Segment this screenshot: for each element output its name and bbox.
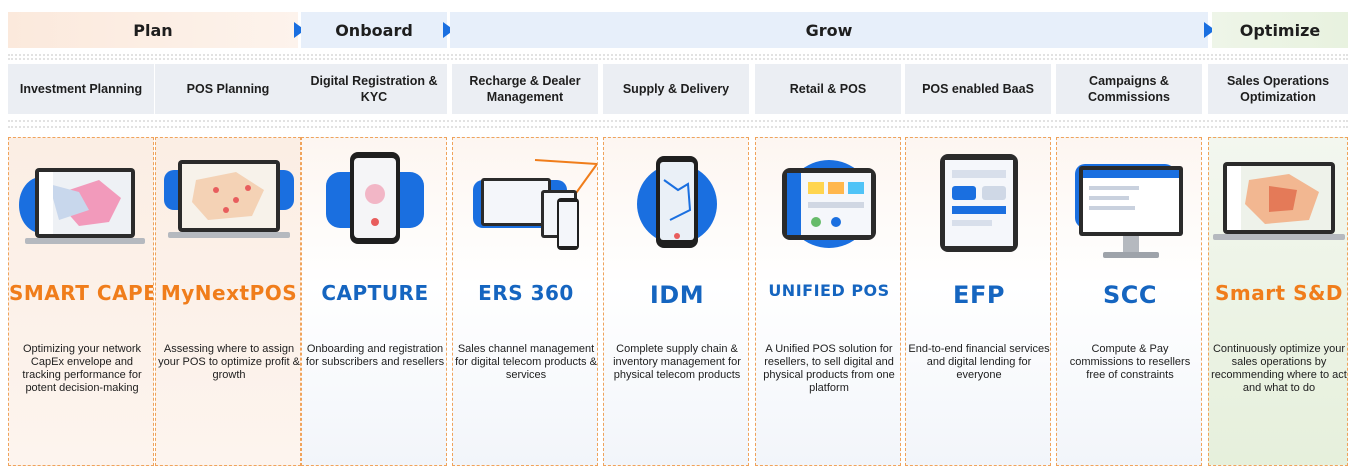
phone-map-icon	[637, 156, 717, 248]
monitor-commission-icon	[1075, 164, 1183, 258]
brand-scc: SCC	[1102, 281, 1157, 309]
divider	[8, 126, 1348, 128]
module-recharge-dealer: Recharge & Dealer Management	[452, 64, 598, 114]
brand-mynextpos: MyNextPOS	[160, 281, 298, 305]
divider	[8, 54, 1348, 56]
product-card-smart-capex[interactable]: SMART CAPEX Optimizing your network CapE…	[8, 137, 154, 466]
tablet-finance-icon	[940, 154, 1018, 252]
module-pos-baas: POS enabled BaaS	[905, 64, 1051, 114]
divider	[8, 58, 1348, 60]
module-campaigns-commissions: Campaigns & Commissions	[1056, 64, 1202, 114]
product-description: End-to-end financial services and digita…	[908, 343, 1050, 381]
brand-capture: CAPTURE	[321, 281, 429, 305]
product-description: Complete supply chain & inventory manage…	[613, 343, 741, 381]
phone-kyc-icon	[326, 152, 424, 244]
brand-ers-360: ERS 360	[478, 281, 574, 305]
product-description: Optimizing your network CapEx envelope a…	[22, 343, 142, 394]
phase-onboard: Onboard	[301, 12, 447, 48]
module-retail-pos: Retail & POS	[755, 64, 901, 114]
phase-row: Plan Onboard Grow Optimize	[0, 12, 1352, 48]
phase-optimize: Optimize	[1212, 12, 1348, 48]
laptop-map-icon	[164, 160, 294, 238]
module-digital-registration: Digital Registration & KYC	[301, 64, 447, 114]
brand-unified-pos: UNIFIED POS	[768, 281, 890, 300]
module-investment-planning: Investment Planning	[8, 64, 154, 114]
product-card-smart-sd[interactable]: Smart S&D Continuously optimize your sal…	[1208, 137, 1348, 466]
product-card-efp[interactable]: EFP End-to-end financial services and di…	[905, 137, 1051, 466]
module-row: Investment Planning POS Planning Digital…	[0, 64, 1352, 114]
product-description: Continuously optimize your sales operati…	[1211, 343, 1347, 394]
brand-idm: IDM	[649, 281, 705, 309]
laptop-map-icon	[1213, 162, 1345, 240]
product-card-unified-pos[interactable]: UNIFIED POS A Unified POS solution for r…	[755, 137, 901, 466]
divider	[8, 120, 1348, 122]
laptop-map-icon	[19, 168, 145, 244]
product-card-capture[interactable]: CAPTURE Onboarding and registration for …	[301, 137, 447, 466]
module-pos-planning: POS Planning	[155, 64, 301, 114]
product-description: Onboarding and registration for subscrib…	[305, 343, 445, 368]
product-card-idm[interactable]: IDM Complete supply chain & inventory ma…	[603, 137, 749, 466]
product-card-ers-360[interactable]: ERS 360 Sales channel management for dig…	[452, 137, 598, 466]
product-card-scc[interactable]: SCC Compute & Pay commissions to reselle…	[1056, 137, 1202, 466]
product-description: A Unified POS solution for resellers, to…	[763, 343, 895, 394]
brand-efp: EFP	[953, 281, 1005, 309]
phase-plan: Plan	[8, 12, 298, 48]
product-card-mynextpos[interactable]: MyNextPOS Assessing where to assign your…	[155, 137, 301, 466]
brand-smart-sd: Smart S&D	[1214, 281, 1344, 305]
module-sales-ops: Sales Operations Optimization	[1208, 64, 1348, 114]
product-description: Assessing where to assign your POS to op…	[158, 343, 300, 381]
multi-device-icon	[473, 159, 597, 250]
module-supply-delivery: Supply & Delivery	[603, 64, 749, 114]
brand-smart-capex: SMART CAPEX	[9, 281, 153, 305]
product-description: Compute & Pay commissions to resellers f…	[1069, 343, 1191, 381]
tablet-pos-icon	[782, 160, 876, 248]
phase-grow: Grow	[450, 12, 1208, 48]
product-description: Sales channel management for digital tel…	[455, 343, 597, 381]
